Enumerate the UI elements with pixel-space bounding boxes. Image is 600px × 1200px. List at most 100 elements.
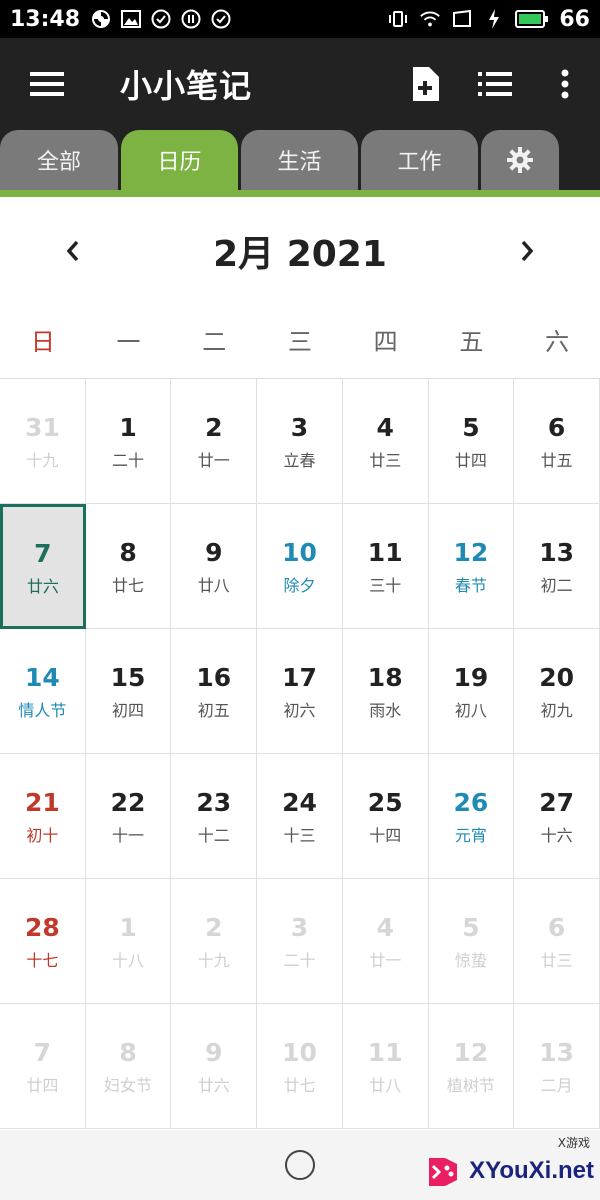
calendar-day-cell[interactable]: 9 廿六 [171,1004,258,1129]
calendar-day-cell[interactable]: 3 二十 [257,879,343,1004]
day-number: 7 [34,538,52,568]
app-title: 小小笔记 [120,67,253,105]
calendar-day-cell[interactable]: 13 初二 [514,504,600,629]
lunar-date: 妇女节 [104,1076,153,1095]
calendar-day-cell[interactable]: 1 十八 [85,879,172,1004]
day-number: 9 [205,538,223,567]
month-label: 2月 2021 [213,234,387,275]
calendar-day-cell[interactable]: 25 十四 [342,754,429,879]
more-vertical-icon [561,69,569,99]
calendar-day-cell[interactable]: 7 廿四 [0,1004,86,1129]
status-left-icons [90,8,232,30]
calendar-day-cell[interactable]: 15 初四 [85,629,172,754]
check-circle-icon [210,8,232,30]
new-note-button[interactable] [390,38,460,130]
lunar-date: 二十 [283,951,316,970]
lunar-date: 廿五 [540,451,573,470]
tab-life[interactable]: 生活 [241,130,358,190]
image-icon [120,8,142,30]
calendar-day-cell[interactable]: 11 三十 [342,504,429,629]
calendar-day-cell[interactable]: 24 十三 [257,754,343,879]
calendar-day-cell[interactable]: 28 十七 [0,879,86,1004]
lunar-date: 二十 [112,451,145,470]
calendar-day-cell[interactable]: 26 元宵 [428,754,515,879]
lunar-date: 廿一 [197,451,230,470]
day-number: 5 [462,413,480,442]
lunar-date: 廿八 [369,1076,402,1095]
home-button[interactable] [285,1150,315,1180]
calendar-day-cell[interactable]: 3 立春 [257,379,343,504]
tab-work[interactable]: 工作 [361,130,478,190]
calendar-day-cell-today[interactable]: 7 廿六 [0,504,86,629]
tab-all[interactable]: 全部 [0,130,118,190]
lunar-date: 十七 [26,951,59,970]
calendar-day-cell[interactable]: 21 初十 [0,754,86,879]
lunar-date: 元宵 [454,826,487,845]
day-number: 4 [376,913,394,942]
calendar-day-cell[interactable]: 14 情人节 [0,629,86,754]
calendar-day-cell[interactable]: 9 廿八 [171,504,258,629]
calendar-day-cell[interactable]: 27 十六 [514,754,600,879]
calendar-day-cell[interactable]: 12 植树节 [428,1004,515,1129]
month-header: 2月 2021 [0,212,600,290]
day-number: 6 [547,913,566,942]
day-number: 16 [196,663,232,692]
day-number: 4 [376,413,394,442]
calendar-day-cell[interactable]: 20 初九 [514,629,600,754]
calendar-day-cell[interactable]: 10 除夕 [257,504,343,629]
list-view-button[interactable] [460,38,530,130]
more-options-button[interactable] [530,38,600,130]
calendar-day-cell[interactable]: 4 廿一 [342,879,429,1004]
calendar-day-cell[interactable]: 11 廿八 [342,1004,429,1129]
lunar-date: 初十 [26,826,59,845]
calendar-day-cell[interactable]: 2 十九 [171,879,258,1004]
calendar-day-cell[interactable]: 19 初八 [428,629,515,754]
day-number: 21 [24,788,60,817]
calendar-day-cell[interactable]: 18 雨水 [342,629,429,754]
calendar-day-cell[interactable]: 10 廿七 [257,1004,343,1129]
lunar-date: 廿三 [369,451,402,470]
lunar-date: 立春 [283,451,316,470]
day-number: 10 [282,1038,317,1067]
calendar-day-cell[interactable]: 17 初六 [257,629,343,754]
prev-month-button[interactable] [48,226,98,276]
calendar-day-cell[interactable]: 13 二月 [514,1004,600,1129]
calendar-day-cell[interactable]: 16 初五 [171,629,258,754]
chevron-right-icon [521,240,534,262]
calendar-day-cell[interactable]: 1 二十 [85,379,172,504]
lunar-date: 十八 [112,951,145,970]
calendar-day-cell[interactable]: 6 廿五 [514,379,600,504]
lunar-date: 除夕 [283,576,316,595]
calendar-day-cell[interactable]: 5 惊蛰 [428,879,515,1004]
calendar-day-cell[interactable]: 12 春节 [428,504,515,629]
weekday-label: 二 [202,328,227,356]
hamburger-icon [30,72,64,96]
calendar-day-cell[interactable]: 6 廿三 [514,879,600,1004]
calendar-day-cell[interactable]: 4 廿三 [342,379,429,504]
calendar-day-cell[interactable]: 8 妇女节 [85,1004,172,1129]
day-number: 25 [367,788,403,817]
calendar-day-cell[interactable]: 23 十二 [171,754,258,879]
day-number: 1 [119,413,137,442]
day-number: 14 [24,663,60,692]
tab-label: 日历 [157,150,202,175]
calendar-day-cell[interactable]: 22 十一 [85,754,172,879]
day-number: 5 [462,913,480,942]
lunar-date: 十三 [283,826,316,845]
menu-button[interactable] [0,38,94,130]
calendar-day-cell[interactable]: 2 廿一 [171,379,258,504]
calendar-day-cell[interactable]: 5 廿四 [428,379,515,504]
next-month-button[interactable] [502,226,552,276]
calendar-grid: 31 十九 1 二十 2 廿一 3 立春 4 廿三 5 廿四 6 廿五 7 廿六 8 廿七 9 廿八 10 除夕 11 三十 1… [0,379,600,1129]
tab-calendar[interactable]: 日历 [121,130,238,190]
lunar-date: 初八 [454,701,487,720]
watermark-small-text: X游戏 [557,1136,590,1150]
lunar-date: 初六 [283,701,316,720]
day-number: 18 [367,663,403,692]
lunar-date: 植树节 [446,1076,495,1095]
battery-level: 66 [559,6,590,32]
calendar-day-cell[interactable]: 31 十九 [0,379,86,504]
tab-settings[interactable] [481,130,559,190]
calendar-day-cell[interactable]: 8 廿七 [85,504,172,629]
lunar-date: 廿七 [112,576,145,595]
